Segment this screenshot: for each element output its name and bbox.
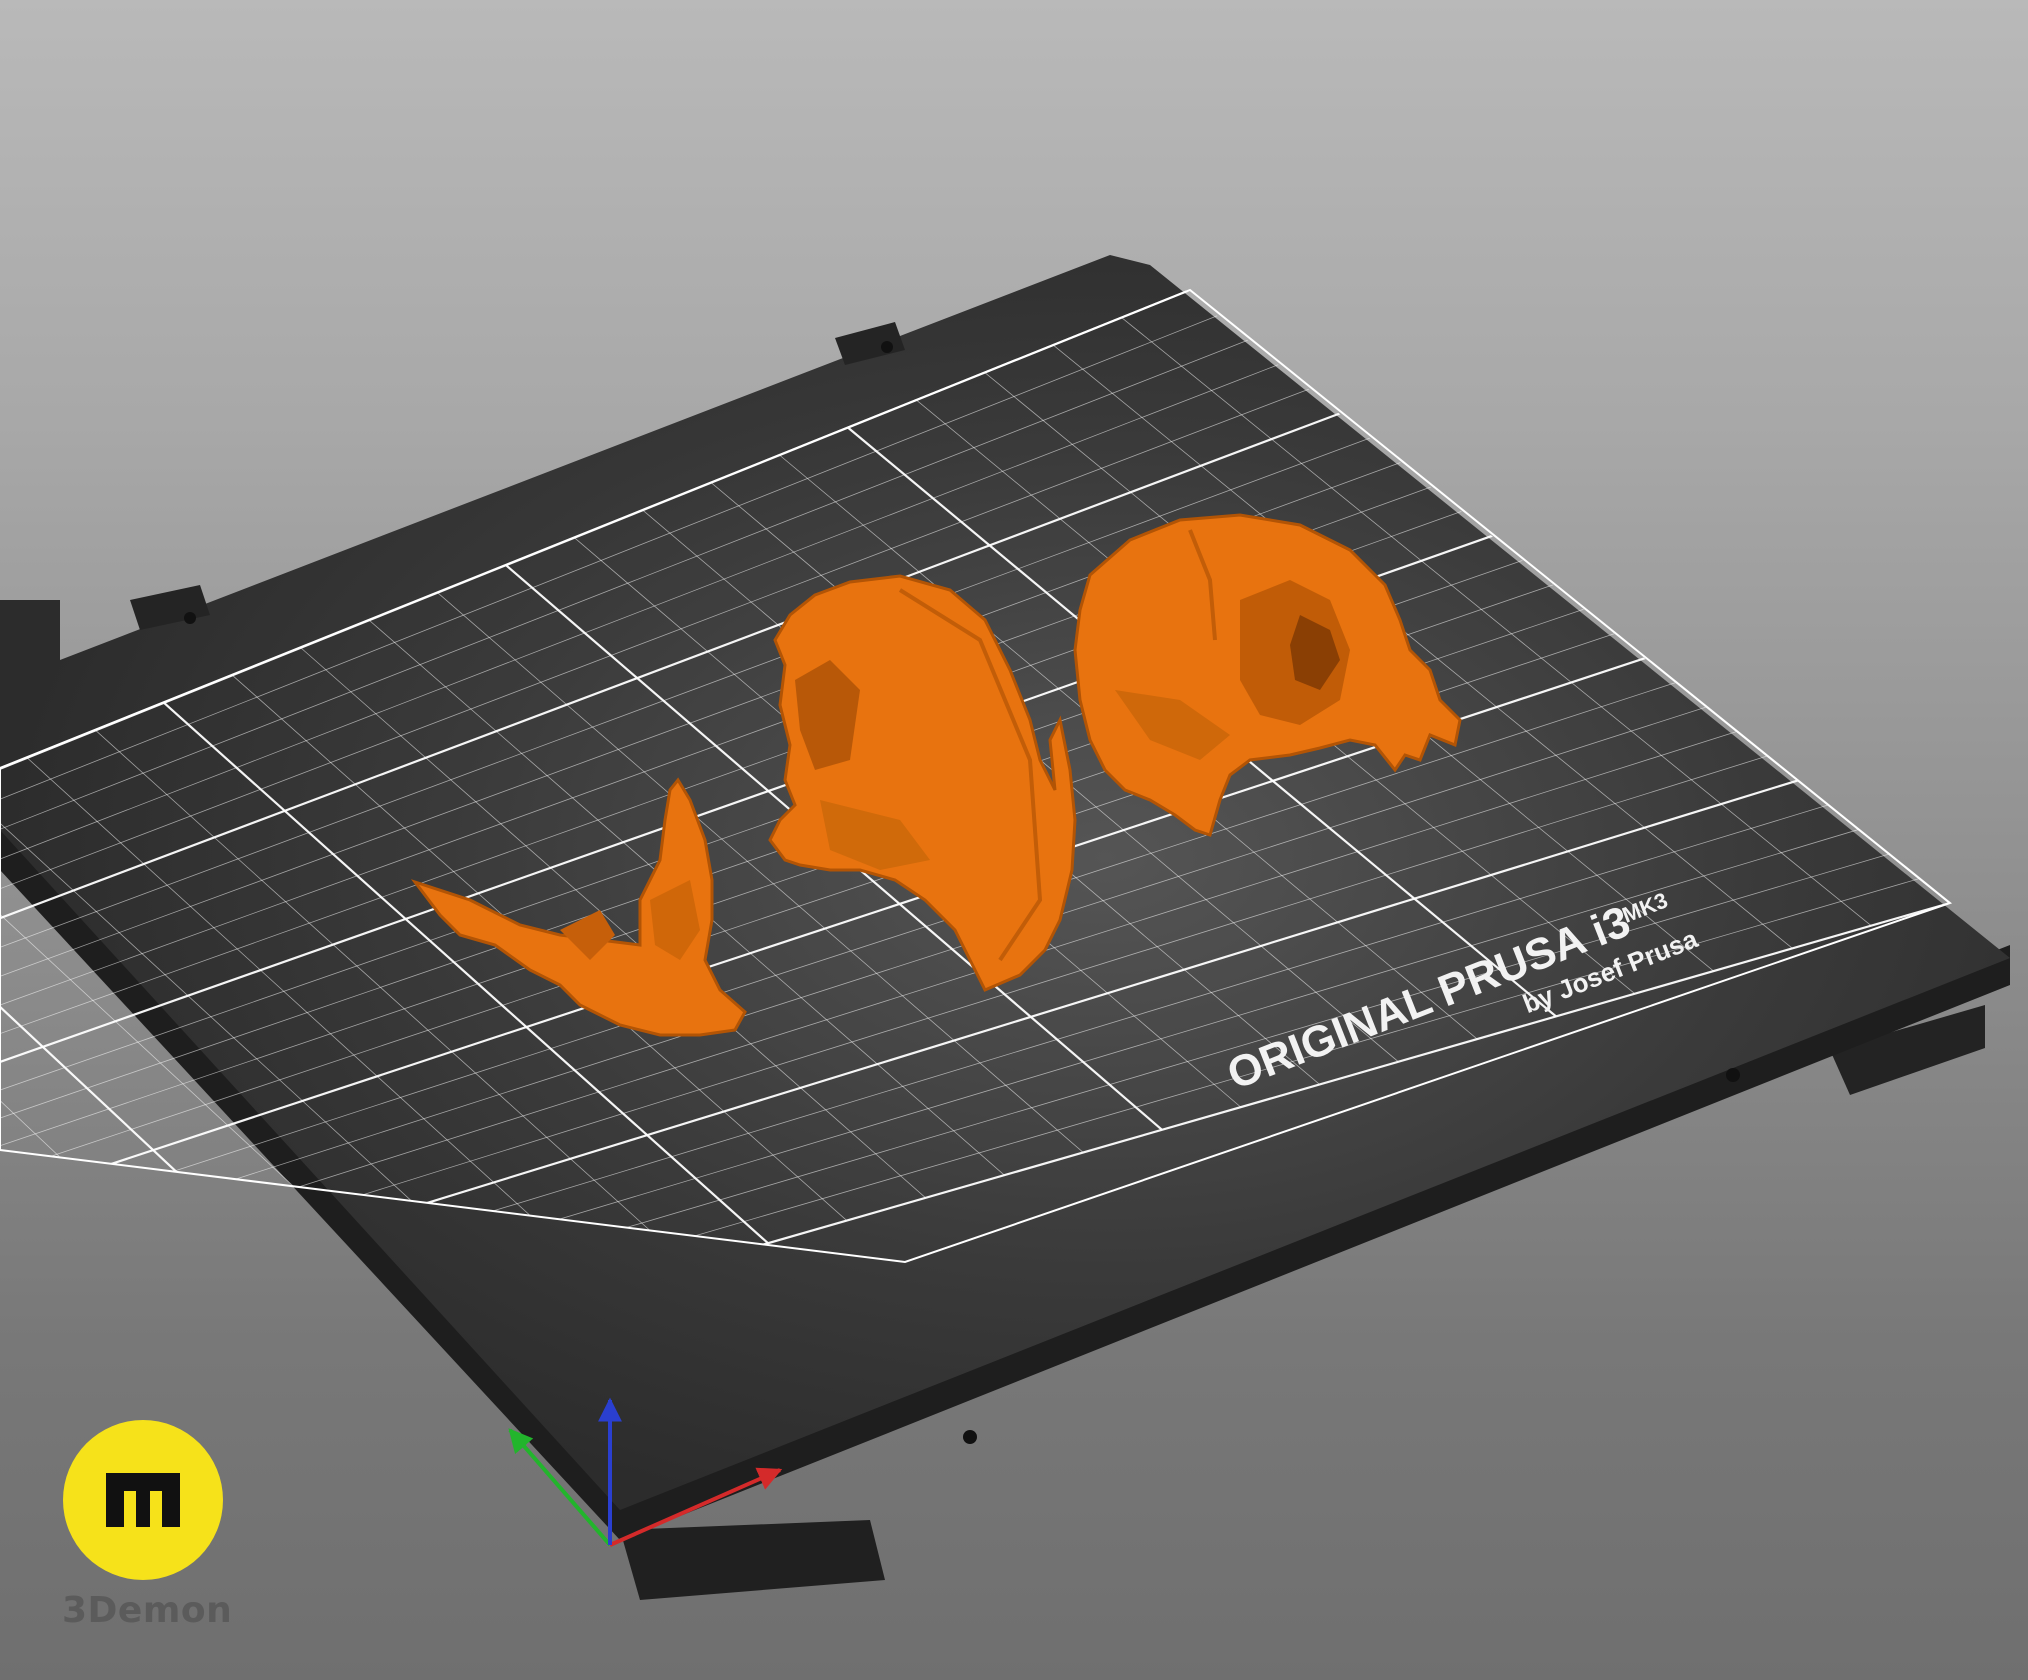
logo-m-icon: [106, 1473, 180, 1527]
grid-line: [0, 922, 138, 1262]
bed-screw-3: [963, 1430, 977, 1444]
brand-logo: 3Demon: [62, 1420, 233, 1631]
grid-line: [0, 950, 60, 1262]
logo-badge-icon: [63, 1420, 223, 1580]
logo-text: 3Demon: [62, 1590, 233, 1631]
3d-viewport[interactable]: ORIGINAL PRUSA i3 MK3 by Josef Prusa 3De…: [0, 0, 2028, 1680]
bed-foot-front: [620, 1520, 885, 1600]
bed-scene[interactable]: ORIGINAL PRUSA i3 MK3 by Josef Prusa: [0, 0, 2028, 1680]
bed-screw-2: [881, 341, 893, 353]
bed-screw-4: [1726, 1068, 1740, 1082]
bed-screw-1: [184, 612, 196, 624]
